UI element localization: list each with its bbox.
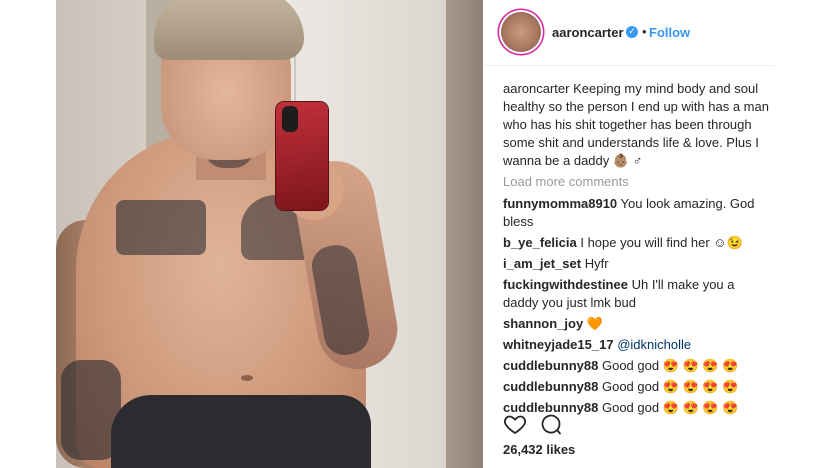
comment-text: 🧡 [586,316,603,331]
comment-item: fuckingwithdestinee Uh I'll make you a d… [503,276,769,312]
comment-item: i_am_jet_set Hyfr [503,255,769,273]
comment-username[interactable]: shannon_joy [503,316,583,331]
comments-section: aaroncarter Keeping my mind body and sou… [503,80,769,420]
comment-username[interactable]: funnymomma8910 [503,196,617,211]
photo-chest-tattoo-left [116,200,206,255]
comment-username[interactable]: fuckingwithdestinee [503,277,628,292]
comment-username[interactable]: cuddlebunny88 [503,379,598,394]
header-username[interactable]: aaroncarter [552,25,624,40]
post-photo [56,0,483,468]
verified-badge-icon: ✓ [626,26,638,38]
post-side-panel: aaroncarter ✓ • Follow aaroncarter Keepi… [483,0,775,468]
photo-door-frame [446,0,483,468]
likes-count[interactable]: 26,432 likes [503,442,575,457]
comment-text: Good god 😍 😍 😍 😍 [601,379,739,394]
comment-mention-link[interactable]: @idknicholle [617,337,691,352]
avatar[interactable] [501,12,541,52]
photo-shorts [111,395,371,468]
photo-hair [154,0,304,60]
photo-navel [241,375,253,381]
comment-item: whitneyjade15_17 @idknicholle [503,336,769,354]
comment-item: cuddlebunny88 Good god 😍 😍 😍 😍 [503,378,769,396]
caption-username[interactable]: aaroncarter [503,81,569,96]
post-caption: aaroncarter Keeping my mind body and sou… [503,80,769,170]
comment-item: cuddlebunny88 Good god 😍 😍 😍 😍 [503,357,769,375]
comment-item: funnymomma8910 You look amazing. God ble… [503,195,769,231]
post-header: aaroncarter ✓ • Follow [483,0,775,66]
follow-button[interactable]: Follow [649,25,690,40]
comment-text: Good god 😍 😍 😍 😍 [601,358,739,373]
comment-item: shannon_joy 🧡 [503,315,769,333]
post-actions [503,412,763,438]
header-separator: • [642,24,647,39]
photo-phone-camera [282,106,298,132]
comment-icon[interactable] [539,412,563,436]
load-more-comments-button[interactable]: Load more comments [503,173,769,191]
comment-username[interactable]: whitneyjade15_17 [503,337,614,352]
comment-username[interactable]: b_ye_felicia [503,235,577,250]
comment-item: b_ye_felicia I hope you will find her ☺😉 [503,234,769,252]
comment-text: Hyfr [584,256,609,271]
heart-icon[interactable] [503,412,527,436]
comment-text: I hope you will find her ☺😉 [580,235,743,250]
comment-username[interactable]: i_am_jet_set [503,256,581,271]
comment-username[interactable]: cuddlebunny88 [503,358,598,373]
